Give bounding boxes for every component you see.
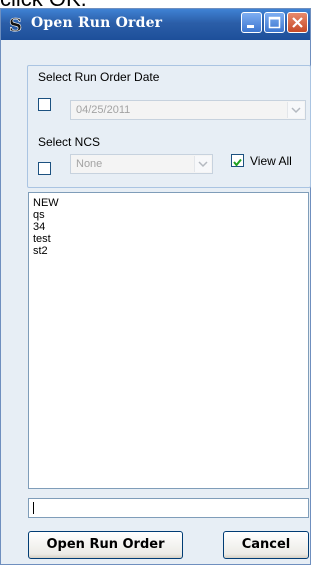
list-item[interactable]: NEW [29,197,308,209]
list-item[interactable]: 34 [29,221,308,233]
checkmark-icon [233,158,242,167]
ncs-checkbox[interactable] [38,162,51,175]
list-item[interactable]: qs [29,209,308,221]
chevron-down-icon[interactable] [194,156,211,172]
list-item[interactable]: st2 [29,245,308,257]
cancel-button[interactable]: Cancel [223,531,309,559]
ncs-section-label: Select NCS [38,135,101,149]
view-all-checkbox[interactable] [231,154,244,167]
open-run-order-dialog: S Open Run Order Select Run Order Date 0… [0,8,311,565]
title-bar[interactable]: S Open Run Order [1,9,310,40]
list-item[interactable]: test [29,233,308,245]
svg-text:S: S [9,15,22,34]
run-order-name-input[interactable] [28,498,309,518]
chevron-down-icon[interactable] [287,102,304,118]
window-title: Open Run Order [31,15,163,31]
date-picker[interactable]: 04/25/2011 [70,100,306,120]
maximize-button[interactable] [264,12,285,33]
close-button[interactable] [287,12,308,33]
date-checkbox[interactable] [38,98,51,111]
date-value: 04/25/2011 [76,104,131,116]
ncs-value: None [76,158,103,170]
run-order-list[interactable]: NEW qs 34 test st2 [28,192,309,489]
date-section-label: Select Run Order Date [38,70,160,84]
view-all-label: View All [250,154,292,168]
open-run-order-button[interactable]: Open Run Order [28,531,183,559]
minimize-button[interactable] [241,12,262,33]
wizard-s-icon: S [7,14,27,37]
ncs-select[interactable]: None [70,154,213,174]
text-caret [33,502,34,514]
